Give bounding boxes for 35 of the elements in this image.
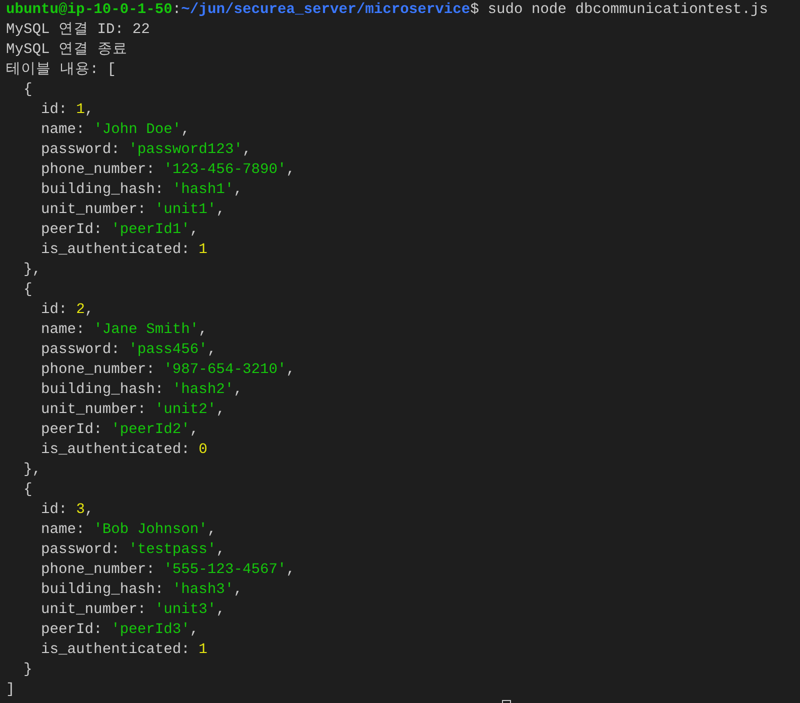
code-line: peerId: 'peerId1', <box>41 221 199 240</box>
code-line: password: 'pass456', <box>41 341 216 360</box>
code-line: phone_number: '123-456-7890', <box>41 161 296 180</box>
code-line: name: 'Jane Smith', <box>41 321 208 340</box>
code-line: phone_number: '987-654-3210', <box>41 361 296 380</box>
code-line: name: 'Bob Johnson', <box>41 521 216 540</box>
code-line: { <box>22 281 32 300</box>
code-line: ] <box>6 681 15 700</box>
output-line: 테이블 내용: [ <box>6 61 118 80</box>
output-line: MySQL 연결 종료 <box>6 41 128 60</box>
output-line: MySQL 연결 ID: 22 <box>6 21 151 40</box>
code-line: { <box>22 81 32 100</box>
code-line: unit_number: 'unit2', <box>41 401 225 420</box>
code-line: building_hash: 'hash2', <box>41 381 242 400</box>
code-line: name: 'John Doe', <box>41 121 190 140</box>
code-line: } <box>24 661 32 680</box>
prompt-line: ubuntu@ip-10-0-1-50:~/jun/securea_server/microservice$ sudo node dbcommunicationtest.js <box>6 1 769 20</box>
code-line: id: 3, <box>41 501 94 520</box>
code-line: is_authenticated: 1 <box>41 241 208 260</box>
code-line: password: 'testpass', <box>41 541 225 560</box>
code-line: id: 1, <box>41 101 94 120</box>
code-line: is_authenticated: 0 <box>41 441 208 460</box>
code-line: unit_number: 'unit3', <box>41 601 225 620</box>
code-line: is_authenticated: 1 <box>41 641 208 660</box>
code-line: { <box>22 481 32 500</box>
code-line: unit_number: 'unit1', <box>41 201 225 220</box>
code-line: peerId: 'peerId3', <box>41 621 199 640</box>
code-line: building_hash: 'hash1', <box>41 181 242 200</box>
code-line: }, <box>24 461 42 480</box>
code-line: phone_number: '555-123-4567', <box>41 561 296 580</box>
code-line: password: 'password123', <box>41 141 252 160</box>
code-line: building_hash: 'hash3', <box>41 581 242 600</box>
code-line: id: 2, <box>41 301 94 320</box>
code-line: peerId: 'peerId2', <box>41 421 199 440</box>
code-line: }, <box>24 261 42 280</box>
